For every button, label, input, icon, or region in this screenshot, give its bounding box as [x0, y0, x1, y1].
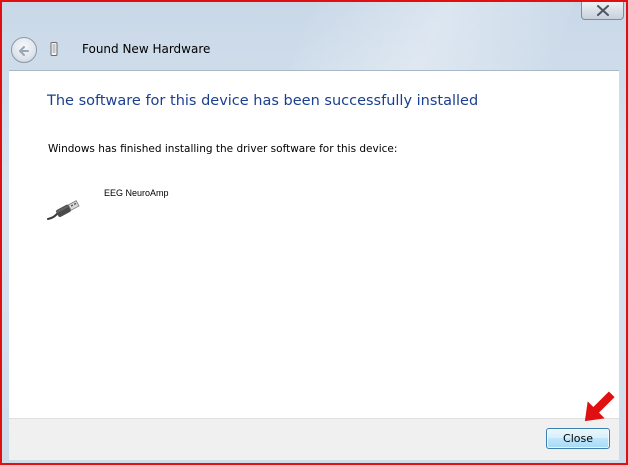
device-list-item: EEG NeuroAmp [47, 187, 347, 227]
back-button[interactable] [11, 37, 37, 63]
usb-plug-icon [47, 200, 80, 220]
close-icon [597, 5, 609, 16]
title-bar: Found New Hardware [2, 26, 626, 70]
device-name: EEG NeuroAmp [104, 188, 169, 198]
window-title: Found New Hardware [82, 42, 211, 56]
status-message: Windows has finished installing the driv… [48, 143, 398, 155]
footer-bar: Close [9, 418, 619, 460]
window-close-button[interactable] [581, 2, 624, 20]
page-title: The software for this device has been su… [47, 93, 479, 109]
dialog-window: Found New Hardware The software for this… [0, 0, 628, 465]
content-panel: The software for this device has been su… [9, 70, 619, 418]
back-arrow-icon [19, 46, 29, 56]
close-button[interactable]: Close [546, 428, 610, 449]
hardware-device-icon [50, 42, 58, 56]
